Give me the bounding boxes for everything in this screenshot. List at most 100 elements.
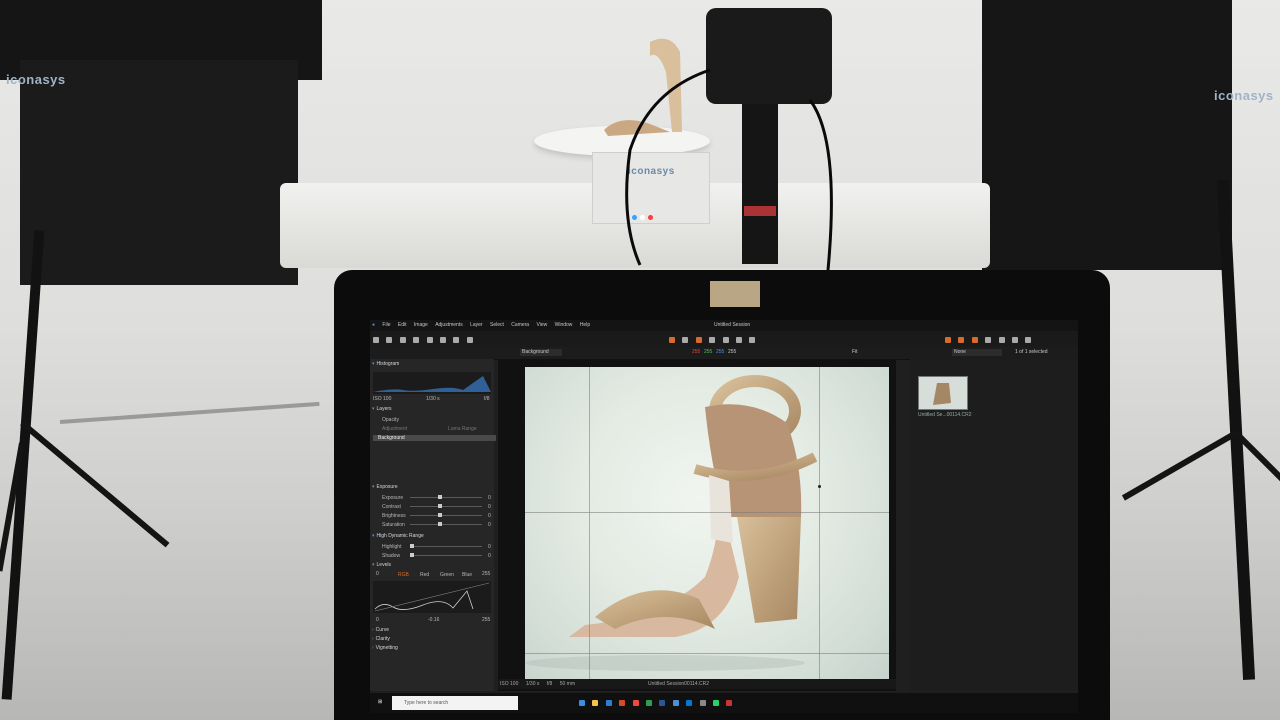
adjustments-panel: ▾ Histogram ISO 100 1/30 s f/8 ▾ Layers Op… (370, 359, 496, 691)
saturation-slider[interactable] (410, 522, 482, 526)
import-icon[interactable] (386, 337, 393, 343)
exposure-label: Exposure (382, 495, 404, 501)
layer-adjustment[interactable]: Adjustment (382, 426, 407, 432)
levels-graph[interactable] (373, 581, 491, 613)
taskbar-word-icon[interactable] (659, 700, 666, 706)
taskbar-edge-icon[interactable] (579, 700, 585, 706)
menu-item-image[interactable]: Image (414, 320, 428, 331)
redo-icon[interactable] (453, 337, 460, 343)
menu-item-edit[interactable]: Edit (398, 320, 407, 331)
select-tool-icon[interactable] (669, 337, 675, 343)
menu-item-select[interactable]: Select (490, 320, 504, 331)
levels-channel-green[interactable]: Green (440, 572, 454, 578)
levels-channel-red[interactable]: Red (420, 572, 429, 578)
menu-item-help[interactable]: Help (580, 320, 590, 331)
exposure-header[interactable]: ▾ Exposure (372, 484, 398, 490)
settings-icon[interactable] (1025, 337, 1032, 343)
product-photo[interactable] (525, 367, 889, 679)
taskbar-media-icon[interactable] (726, 700, 733, 706)
brightness-value: 0 (488, 513, 491, 519)
levels-min: 0 (376, 571, 379, 577)
menu-bar: ● File Edit Image Adjustments Layer Sele… (370, 320, 1078, 331)
taskbar-excel-icon[interactable] (645, 700, 652, 706)
brand-label-left: iconasys (6, 72, 66, 87)
grid-line (525, 653, 889, 654)
windows-start-icon[interactable]: ⊞ (378, 699, 382, 705)
laptop-screen: ● File Edit Image Adjustments Layer Sele… (370, 320, 1078, 713)
thumbnail[interactable] (918, 376, 968, 410)
undo-icon[interactable] (439, 337, 446, 343)
grid-line (819, 367, 820, 679)
layer-select[interactable]: Background (520, 349, 562, 356)
zoom-fit[interactable]: Fit (852, 349, 858, 355)
layout-icon[interactable] (945, 337, 951, 343)
contrast-label: Contrast (382, 504, 401, 510)
refresh-icon[interactable] (1011, 337, 1018, 343)
boom-arm (59, 401, 320, 424)
contrast-slider[interactable] (410, 504, 482, 508)
highlight-value: 0 (488, 544, 491, 550)
light-stand-leg (20, 420, 170, 548)
taskbar-settings-icon[interactable] (699, 700, 706, 706)
folder-icon[interactable] (413, 337, 420, 343)
taskbar-chat-icon[interactable] (712, 700, 719, 706)
histogram-graph (373, 372, 491, 394)
exposure-slider[interactable] (410, 495, 482, 499)
link-icon[interactable] (985, 337, 992, 343)
shadow-slider[interactable] (410, 553, 482, 557)
grid-line (589, 367, 590, 679)
menu-item-file[interactable]: File (382, 320, 390, 331)
brush-tool-icon[interactable] (695, 337, 702, 343)
taskbar-store-icon[interactable] (605, 700, 612, 706)
brand-label-right: iconasys (1214, 88, 1274, 103)
clarity-header[interactable]: › Clarity (372, 636, 390, 642)
levels-header[interactable]: ▾ Levels (372, 562, 391, 568)
brightness-label: Brightness (382, 513, 406, 519)
brightness-slider[interactable] (410, 513, 482, 517)
exposure-value: 0 (488, 495, 491, 501)
menu-item-adjustments[interactable]: Adjustments (435, 320, 463, 331)
menu-item-camera[interactable]: Camera (511, 320, 529, 331)
shadow-label: Shadow (382, 553, 401, 559)
pen-tool-icon[interactable] (749, 337, 756, 343)
highlight-slider[interactable] (410, 544, 482, 548)
compare-icon[interactable] (958, 337, 965, 343)
close-icon[interactable] (426, 337, 433, 343)
taskbar-app-icon[interactable] (672, 700, 679, 706)
lasso-tool-icon[interactable] (682, 337, 689, 343)
histogram-header[interactable]: ▾ Histogram (372, 361, 399, 367)
hdr-header[interactable]: ▾ High Dynamic Range (372, 533, 424, 539)
layer-background[interactable]: Background (373, 435, 496, 441)
curve-header[interactable]: › Curve (372, 627, 389, 633)
download-icon[interactable] (373, 337, 379, 343)
crop-tool-icon[interactable] (722, 337, 729, 343)
eraser-tool-icon[interactable] (709, 337, 716, 343)
text-icon[interactable] (466, 337, 473, 343)
window-icon[interactable] (998, 337, 1005, 343)
layer-luma-range[interactable]: Luma Range (448, 426, 477, 432)
rgb-g: 255 (704, 349, 713, 355)
rgb-b: 255 (716, 349, 725, 355)
taskbar-chrome-icon[interactable] (632, 700, 639, 706)
vignetting-header[interactable]: › Vignetting (372, 645, 398, 651)
taskbar-explorer-icon[interactable] (592, 700, 599, 706)
filter-select[interactable]: None (952, 349, 1002, 356)
grid-view-icon[interactable] (971, 337, 978, 343)
levels-channel-rgb[interactable]: RGB (398, 572, 409, 578)
saturation-value: 0 (488, 522, 491, 528)
levels-channel-blue[interactable]: Blue (462, 572, 472, 578)
layers-header[interactable]: ▾ Layers (372, 406, 392, 412)
studio-scene: iconasys iconasys iconasys ● File Edit I… (0, 0, 1280, 720)
taskbar-office-icon[interactable] (619, 700, 626, 706)
status-iso: ISO 100 (500, 681, 519, 687)
wand-tool-icon[interactable] (735, 337, 742, 343)
camera-icon[interactable] (399, 337, 406, 343)
taskbar-search-input[interactable]: Type here to search (392, 696, 518, 710)
window-title: Untitled Session (714, 322, 751, 328)
menu-item-view[interactable]: View (536, 320, 547, 331)
taskbar-mail-icon[interactable] (686, 700, 693, 706)
menu-item-window[interactable]: Window (555, 320, 573, 331)
status-shutter: 1/30 s (525, 681, 540, 687)
menu-item-layer[interactable]: Layer (470, 320, 483, 331)
hist-iso: ISO 100 (373, 396, 392, 402)
